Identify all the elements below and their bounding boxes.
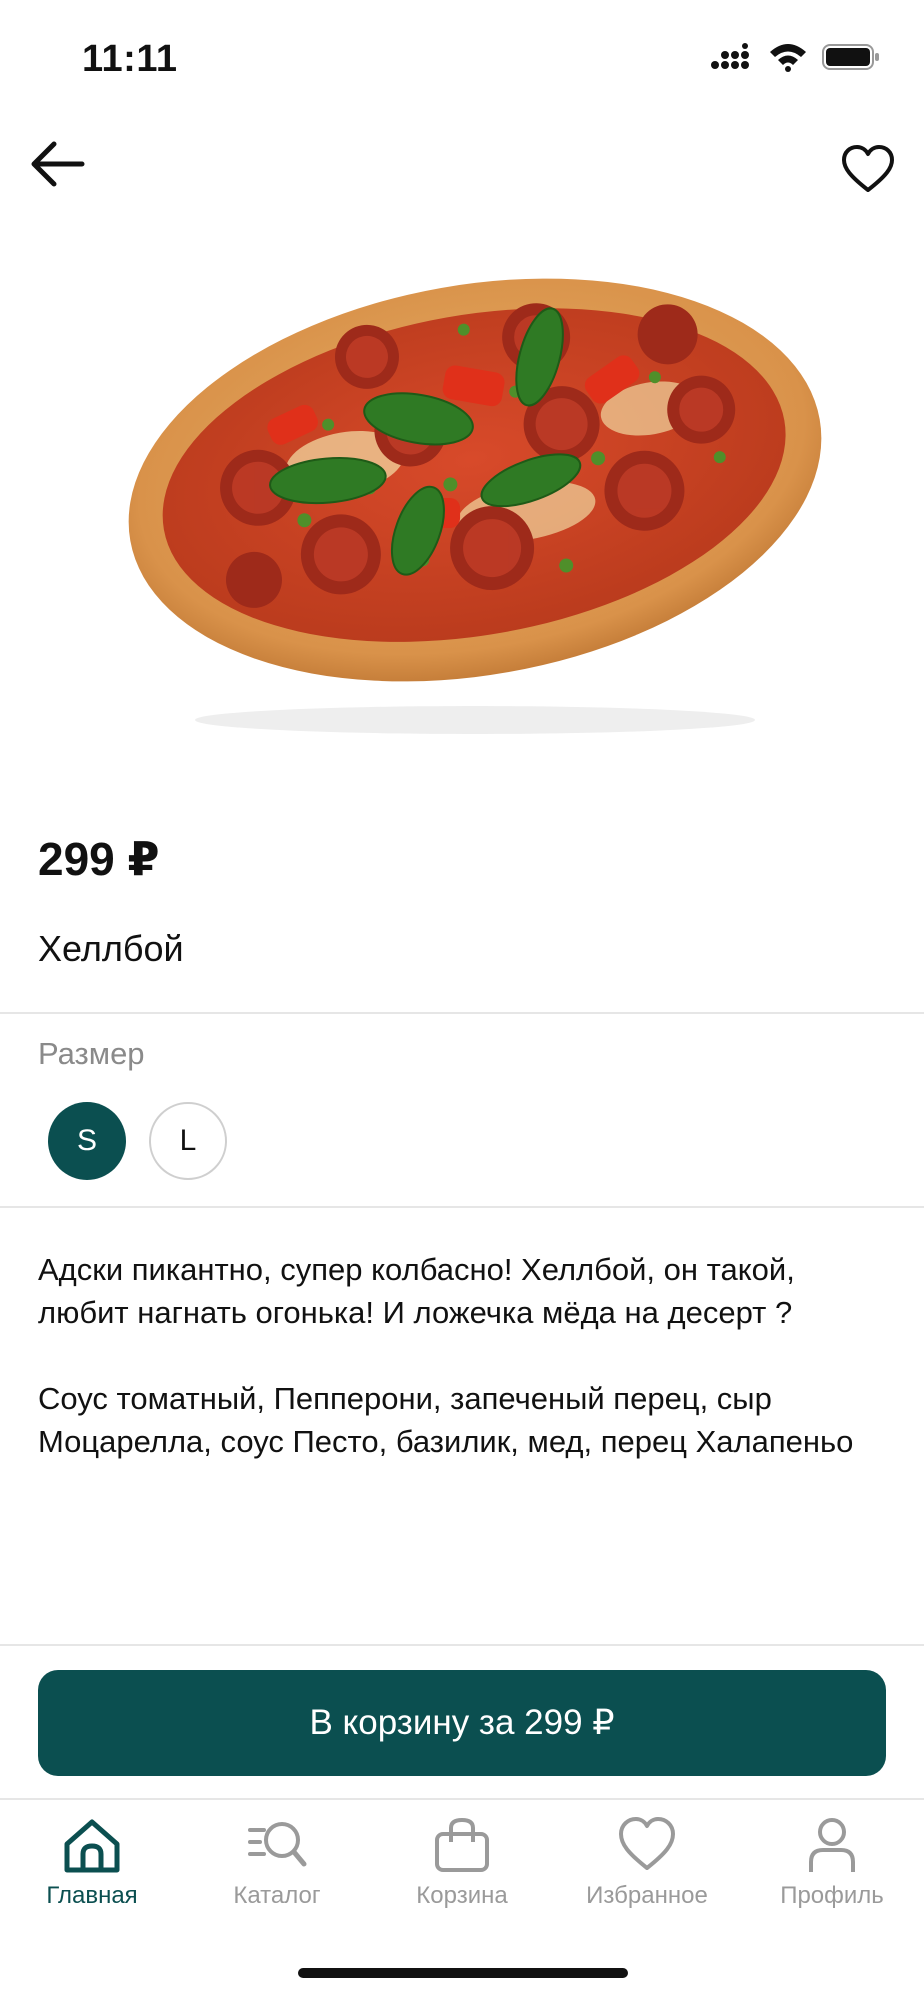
tab-cart-label: Корзина	[416, 1882, 508, 1909]
size-option-s[interactable]: S	[48, 1102, 126, 1180]
heart-icon	[619, 1817, 675, 1870]
tab-catalog[interactable]: Каталог	[185, 1814, 369, 1910]
profile-icon	[809, 1818, 855, 1872]
add-to-cart-button[interactable]: В корзину за 299 ₽	[38, 1670, 886, 1776]
catalog-search-icon	[248, 1822, 307, 1867]
tab-profile[interactable]: Профиль	[740, 1814, 924, 1910]
tab-catalog-label: Каталог	[233, 1882, 321, 1909]
status-bar: 11:11	[0, 0, 924, 110]
status-icons	[710, 42, 880, 72]
description-paragraph: Адски пикантно, супер колбасно! Хеллбой,…	[38, 1252, 795, 1330]
pizza-image	[128, 278, 822, 734]
tab-home-label: Главная	[46, 1882, 138, 1909]
cellular-signal-icon	[711, 43, 749, 69]
bag-icon	[435, 1817, 489, 1872]
home-icon	[64, 1819, 120, 1873]
divider	[0, 1644, 924, 1646]
tab-profile-label: Профиль	[780, 1882, 884, 1909]
favorite-button[interactable]	[840, 142, 896, 198]
heart-outline-icon	[842, 145, 894, 192]
tab-bar: Главная Каталог Корзина Избранное Профил…	[0, 1800, 924, 1920]
tab-favorites[interactable]: Избранное	[555, 1814, 739, 1910]
tab-cart[interactable]: Корзина	[370, 1814, 554, 1910]
product-title: Хеллбой	[38, 928, 184, 969]
product-description: Адски пикантно, супер колбасно! Хеллбой,…	[38, 1248, 888, 1506]
product-price: 299 ₽	[38, 833, 160, 885]
divider	[0, 1206, 924, 1208]
ingredients-paragraph: Соус томатный, Пепперони, запеченый пере…	[38, 1381, 854, 1459]
tab-favorites-label: Избранное	[586, 1882, 708, 1909]
size-option-l[interactable]: L	[149, 1102, 227, 1180]
home-indicator	[298, 1968, 628, 1978]
size-label: Размер	[38, 1036, 145, 1071]
battery-icon	[822, 44, 879, 70]
status-time: 11:11	[82, 38, 178, 80]
divider	[0, 1012, 924, 1014]
back-button[interactable]	[26, 132, 90, 196]
tab-home[interactable]: Главная	[0, 1814, 184, 1910]
arrow-left-icon	[31, 141, 85, 187]
wifi-icon	[770, 44, 806, 72]
